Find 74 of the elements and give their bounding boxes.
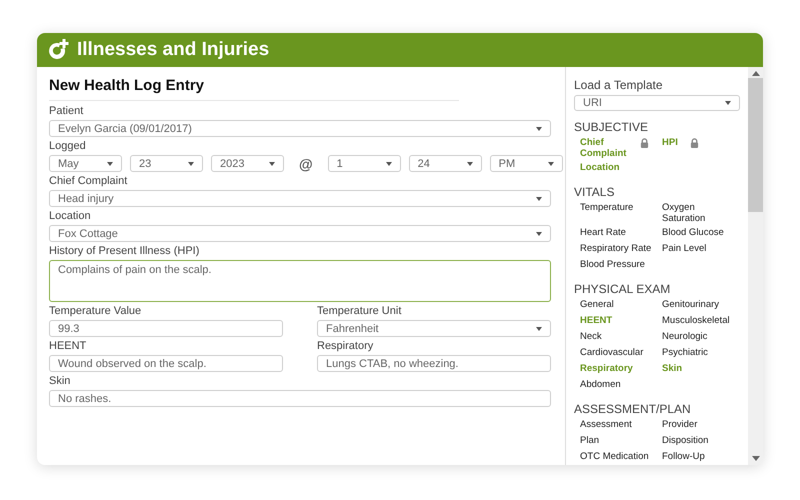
- dropdown[interactable]: Head injury: [49, 190, 551, 207]
- caret-icon: [725, 101, 731, 106]
- field-label: Location: [49, 210, 91, 222]
- template-item[interactable]: Abdomen: [580, 380, 621, 391]
- dropdown[interactable]: Evelyn Garcia (09/01/2017): [49, 120, 551, 137]
- dropdown[interactable]: 23: [130, 155, 203, 172]
- field-label: Temperature Unit: [317, 305, 402, 317]
- template-item[interactable]: Location: [580, 163, 620, 174]
- scrollbar[interactable]: [748, 67, 763, 465]
- dropdown[interactable]: PM: [490, 155, 563, 172]
- caret-icon: [536, 326, 542, 330]
- template-item[interactable]: Pain Level: [662, 244, 706, 255]
- caret-icon: [466, 162, 473, 166]
- template-item[interactable]: HPI: [662, 138, 678, 150]
- template-item[interactable]: Heart Rate: [580, 228, 626, 239]
- template-item[interactable]: Cardiovascular: [580, 348, 644, 359]
- dropdown[interactable]: Fahrenheit: [317, 320, 551, 337]
- template-item[interactable]: Neck: [580, 332, 602, 343]
- section-heading: PHYSICAL EXAM: [574, 282, 670, 296]
- template-item[interactable]: Plan: [580, 436, 600, 447]
- template-item[interactable]: Blood Pressure: [580, 260, 645, 271]
- template-item[interactable]: Blood Glucose: [662, 228, 724, 239]
- field-label: HEENT: [49, 340, 86, 352]
- template-item[interactable]: HEENT: [580, 316, 612, 327]
- at-sign: @: [299, 156, 313, 172]
- section-heading: SUBJECTIVE: [574, 120, 648, 134]
- section-heading: VITALS: [574, 185, 614, 200]
- template-item[interactable]: Respiratory Rate: [580, 244, 652, 255]
- template-item[interactable]: Genitourinary: [662, 300, 720, 311]
- template-dropdown[interactable]: URI: [574, 95, 740, 112]
- input-field[interactable]: 99.3: [49, 320, 283, 337]
- caret-icon: [536, 126, 542, 130]
- template-item[interactable]: Neurologic: [662, 332, 708, 343]
- page-title: Illnesses and Injuries: [77, 39, 270, 61]
- medical-plus-icon: [47, 39, 69, 61]
- template-item[interactable]: OTC Medication: [580, 452, 649, 463]
- section-heading: ASSESSMENT/PLAN: [574, 402, 691, 416]
- dropdown[interactable]: Fox Cottage: [49, 225, 551, 242]
- template-item[interactable]: Assessment: [580, 420, 632, 431]
- caret-icon: [107, 162, 113, 166]
- template-item[interactable]: Psychiatric: [662, 348, 708, 359]
- caret-icon: [386, 162, 392, 166]
- field-label: Temperature Value: [49, 305, 142, 317]
- template-item[interactable]: Musculoskeletal: [662, 316, 730, 327]
- caret-icon: [188, 162, 194, 166]
- dropdown[interactable]: 1: [328, 155, 401, 172]
- field-label: History of Present Illness (HPI): [49, 245, 200, 257]
- caret-icon: [548, 162, 554, 166]
- caret-icon: [269, 162, 275, 166]
- dropdown[interactable]: 2023: [211, 155, 284, 172]
- template-item[interactable]: Skin: [662, 364, 682, 375]
- template-item[interactable]: Respiratory: [580, 364, 633, 375]
- dropdown[interactable]: May: [49, 155, 122, 172]
- form-title: New Health Log Entry: [49, 77, 459, 101]
- field-label: Skin: [49, 375, 70, 387]
- field-label: Logged: [49, 140, 86, 152]
- template-label: Load a Template: [574, 78, 663, 92]
- field-label: Chief Complaint: [49, 175, 128, 187]
- caret-icon: [536, 196, 542, 200]
- dropdown[interactable]: 24: [408, 155, 482, 172]
- template-item[interactable]: Disposition: [662, 436, 708, 447]
- template-item[interactable]: General: [580, 300, 614, 311]
- template-item[interactable]: Follow-Up: [662, 452, 705, 463]
- template-item[interactable]: Chief Complaint: [580, 138, 628, 160]
- text-area[interactable]: Complains of pain on the scalp.: [49, 260, 551, 302]
- input-field[interactable]: No rashes.: [49, 390, 551, 407]
- template-item[interactable]: Oxygen Saturation: [662, 203, 740, 225]
- template-item[interactable]: Provider: [662, 420, 698, 431]
- caret-icon: [536, 232, 542, 236]
- input-field[interactable]: Wound observed on the scalp.: [49, 355, 283, 372]
- input-field[interactable]: Lungs CTAB, no wheezing.: [317, 355, 551, 372]
- template-item[interactable]: Temperature: [580, 203, 634, 214]
- field-label: Respiratory: [317, 340, 374, 352]
- field-label: Patient: [49, 105, 84, 117]
